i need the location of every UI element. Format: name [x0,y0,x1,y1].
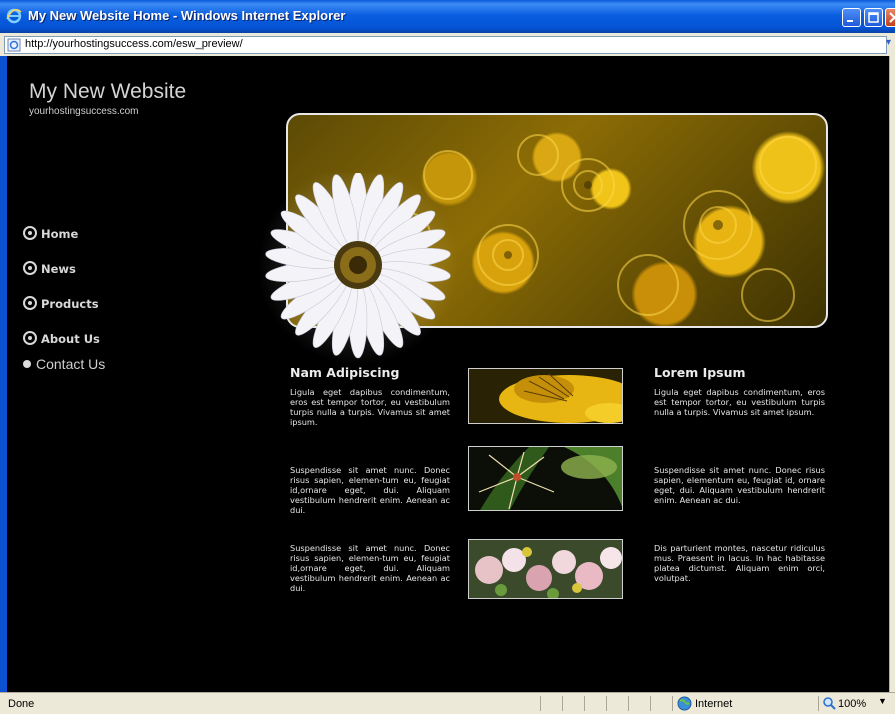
globe-icon [677,696,692,711]
radio-bullet-icon [23,296,37,310]
nav-item-label: Home [41,227,79,241]
right-paragraph-2: Suspendisse sit amet nunc. Donec risus s… [654,465,825,505]
status-divider [606,696,607,711]
nav-item-news[interactable]: News [23,259,76,276]
status-divider [818,696,819,711]
address-bar: http://yourhostingsuccess.com/esw_previe… [0,33,895,57]
left-paragraph-1: Ligula eget dapibus condimentum, eros es… [290,387,450,427]
nav-item-label: Products [41,297,99,311]
left-column-heading: Nam Adipiscing [290,365,400,380]
minimize-button[interactable] [842,8,861,27]
status-divider [584,696,585,711]
maximize-button[interactable] [864,8,883,27]
nav-item-label: News [41,262,76,276]
internet-explorer-icon [6,8,22,24]
security-zone-text: Internet [695,698,733,710]
site-subtitle: yourhostingsuccess.com [29,106,139,117]
status-bar: Done Internet 100% ▼ [0,692,895,714]
white-daisy-image [258,173,458,365]
close-button[interactable] [885,8,895,27]
radio-bullet-icon [23,226,37,240]
nav-subitem-contact-us[interactable]: Contact Us [23,356,105,372]
status-divider [562,696,563,711]
vertical-scrollbar[interactable] [889,56,895,692]
nav-item-about-us[interactable]: About Us [23,329,100,346]
status-divider [628,696,629,711]
bullet-dot-icon [23,360,31,368]
bouquet-thumbnail-image [469,540,622,598]
address-url: http://yourhostingsuccess.com/esw_previe… [25,38,243,50]
website-content: My New Website yourhostingsuccess.com Ho… [7,56,889,692]
yellow-flower-thumbnail-image [469,369,622,423]
nav-item-home[interactable]: Home [23,224,79,241]
window-titlebar[interactable]: My New Website Home - Windows Internet E… [0,0,895,33]
window-title: My New Website Home - Windows Internet E… [28,8,346,23]
radio-bullet-icon [23,331,37,345]
left-paragraph-3: Suspendisse sit amet nunc. Donec risus s… [290,543,450,593]
status-divider [672,696,673,711]
site-title: My New Website [29,80,187,103]
zoom-icon[interactable] [822,696,836,710]
right-paragraph-1: Ligula eget dapibus condimentum, eros es… [654,387,825,417]
nav-item-products[interactable]: Products [23,294,99,311]
right-column-heading: Lorem Ipsum [654,365,746,380]
thumbnail-yellow-flower [468,368,623,424]
page-icon [7,38,21,52]
minimize-icon [847,20,853,22]
status-divider [650,696,651,711]
window-left-border [0,56,7,692]
thumbnail-cactus [468,446,623,511]
nav-item-label: About Us [41,332,100,346]
cactus-thumbnail-image [469,447,622,510]
zoom-dropdown-icon[interactable]: ▼ [878,696,887,706]
nav-subitem-label: Contact Us [36,356,106,372]
close-icon [889,12,895,23]
status-text: Done [8,698,35,710]
address-field[interactable]: http://yourhostingsuccess.com/esw_previe… [4,36,887,54]
address-dropdown-icon[interactable]: ▾ [886,37,895,53]
zoom-level[interactable]: 100% [838,698,866,710]
radio-bullet-icon [23,261,37,275]
left-paragraph-2: Suspendisse sit amet nunc. Donec risus s… [290,465,450,515]
right-paragraph-3: Dis parturient montes, nascetur ridiculu… [654,543,825,583]
thumbnail-bouquet [468,539,623,599]
status-divider [540,696,541,711]
maximize-icon [868,12,879,23]
